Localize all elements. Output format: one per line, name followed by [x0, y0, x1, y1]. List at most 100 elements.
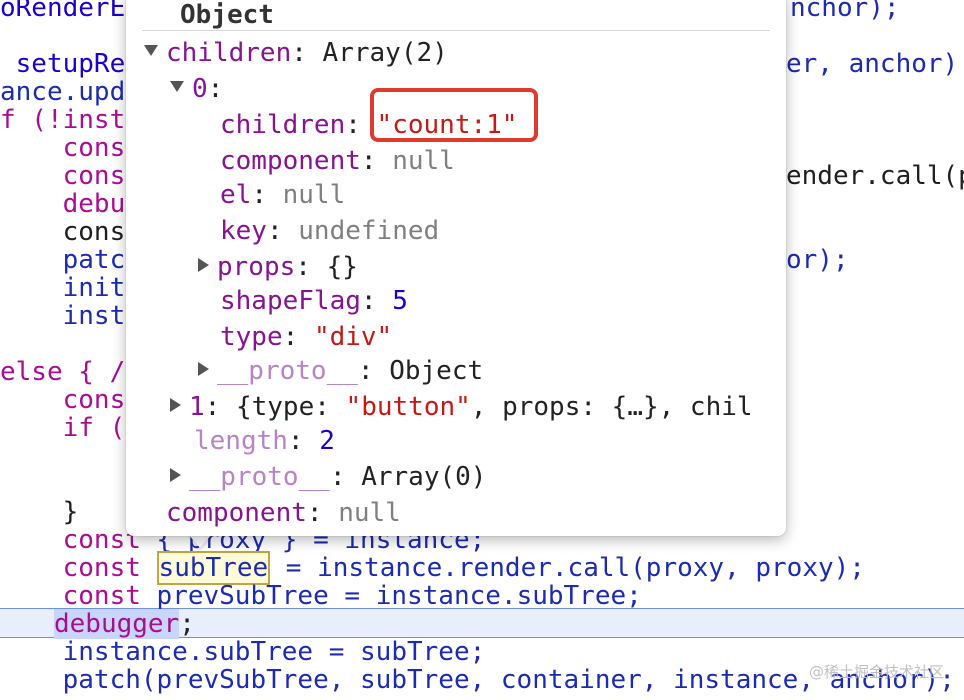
tree-row-array-proto[interactable]: __proto__: Array(0): [170, 462, 486, 492]
property-key: key: [220, 216, 267, 246]
code-text: ;: [179, 609, 195, 639]
code-line[interactable]: const subTree = instance.render.call(pro…: [0, 551, 865, 585]
code-text: u: [0, 469, 141, 499]
property-value: {}: [326, 252, 358, 282]
code-text: insta: [0, 301, 141, 331]
code-text: ance.upda: [0, 77, 141, 107]
property-key: el: [220, 180, 252, 210]
tree-row-el[interactable]: el: null: [220, 180, 345, 210]
property-value: 5: [392, 286, 408, 316]
code-line[interactable]: ance.upda: [0, 78, 141, 106]
property-value: null: [392, 146, 455, 176]
code-text: prevSubTree = instance.subTree;: [140, 581, 642, 611]
property-value: null: [282, 180, 346, 210]
code-line[interactable]: r: [0, 442, 141, 470]
tree-row-props[interactable]: props: {}: [198, 252, 358, 282]
property-value: "button": [345, 392, 471, 422]
property-value: {type:: [235, 392, 346, 422]
property-value: 2: [319, 426, 335, 456]
code-line[interactable]: f (!inst: [0, 106, 125, 134]
property-value: Array(2): [322, 38, 448, 68]
hovered-variable-subtree[interactable]: subTree: [156, 551, 271, 585]
code-text: const: [0, 161, 141, 191]
code-text: nchor);: [790, 0, 900, 23]
property-key: component: [166, 498, 307, 528]
property-key: __proto__: [217, 356, 358, 386]
code-text: }: [0, 497, 79, 527]
code-line[interactable]: or);: [786, 246, 849, 274]
collapse-triangle-icon[interactable]: [170, 397, 181, 412]
code-line[interactable]: nchor);: [790, 0, 900, 22]
tree-row-item-1[interactable]: 1: {type: "button", props: {…}, chil: [170, 392, 753, 422]
code-line[interactable]: ender.call(p: [786, 162, 964, 190]
expand-triangle-icon[interactable]: [144, 45, 158, 56]
highlight-annotation-box: [370, 88, 538, 142]
property-key: children: [166, 38, 292, 68]
code-text: setupRen: [0, 49, 141, 79]
property-key: props: [217, 252, 296, 282]
code-text: = instance.render.call(proxy, proxy);: [270, 553, 865, 583]
code-text: f (!inst: [0, 105, 126, 135]
code-line[interactable]: patch: [0, 246, 141, 274]
code-line[interactable]: initi: [0, 274, 141, 302]
tree-row-shapeflag[interactable]: shapeFlag: 5: [220, 286, 408, 316]
code-text: debug: [0, 189, 141, 219]
property-value: Object: [389, 356, 484, 386]
code-line[interactable]: setupRen: [0, 50, 141, 78]
collapse-triangle-icon[interactable]: [170, 467, 181, 482]
code-line[interactable]: oRenderEf: [0, 0, 141, 22]
object-inspector-popover: Object children: Array(2) 0: children: "…: [126, 0, 786, 536]
property-key: __proto__: [189, 462, 330, 492]
popover-divider: [142, 30, 770, 31]
debugger-statement: debugger: [54, 609, 180, 639]
code-line[interactable]: conso: [0, 218, 141, 246]
code-line[interactable]: if (r: [0, 414, 141, 442]
code-line[interactable]: const: [0, 134, 141, 162]
property-value: , props: {…}, chil: [470, 392, 753, 422]
code-line-paused[interactable]: debugger;: [54, 609, 195, 639]
code-text: er, anchor): [786, 49, 959, 79]
property-key: 0: [192, 74, 208, 104]
code-line[interactable]: const prevSubTree = instance.subTree;: [0, 582, 642, 610]
watermark: @稀土掘金技术社区: [808, 663, 944, 681]
property-value: null: [338, 498, 401, 528]
tree-row-type[interactable]: type: "div": [220, 322, 392, 352]
popover-title: Object: [180, 0, 274, 30]
property-key: children: [220, 110, 346, 140]
property-key: 1: [189, 392, 205, 422]
tree-row-proto[interactable]: __proto__: Object: [198, 356, 483, 386]
code-text: r: [0, 441, 141, 471]
code-line[interactable]: const: [0, 386, 141, 414]
code-line[interactable]: er, anchor): [786, 50, 958, 78]
code-text: oRenderEf: [0, 0, 141, 23]
tree-row-key[interactable]: key: undefined: [220, 216, 439, 246]
tree-row-length[interactable]: length: 2: [194, 426, 335, 456]
tree-row-children[interactable]: children: Array(2): [144, 38, 448, 68]
tree-row-item-0[interactable]: 0:: [170, 74, 223, 104]
code-text: const: [0, 385, 141, 415]
collapse-triangle-icon[interactable]: [198, 257, 209, 272]
collapse-triangle-icon[interactable]: [198, 361, 209, 376]
code-text: ender.call(p: [786, 161, 964, 191]
property-value: Array(0): [361, 462, 487, 492]
code-text: if (r: [0, 413, 141, 443]
property-key: shapeFlag: [220, 286, 361, 316]
code-line[interactable]: insta: [0, 302, 141, 330]
tree-row-root-component[interactable]: component: null: [166, 498, 401, 528]
code-text: patch: [0, 245, 141, 275]
code-text: instance.subTree = subTree;: [0, 637, 486, 667]
code-line[interactable]: debug: [0, 190, 141, 218]
property-value: undefined: [298, 216, 440, 246]
code-keyword: const: [0, 581, 141, 611]
code-line[interactable]: u: [0, 470, 141, 498]
property-key: length: [194, 426, 288, 456]
code-line[interactable]: }: [0, 497, 79, 527]
tree-row-component[interactable]: component: null: [220, 146, 455, 176]
code-text: or);: [786, 245, 849, 275]
property-key: component: [220, 146, 361, 176]
code-line[interactable]: instance.subTree = subTree;: [0, 637, 486, 667]
expand-triangle-icon[interactable]: [170, 81, 184, 92]
code-line[interactable]: const: [0, 162, 141, 190]
code-text: initi: [0, 273, 141, 303]
code-line[interactable]: else { //: [0, 358, 141, 386]
